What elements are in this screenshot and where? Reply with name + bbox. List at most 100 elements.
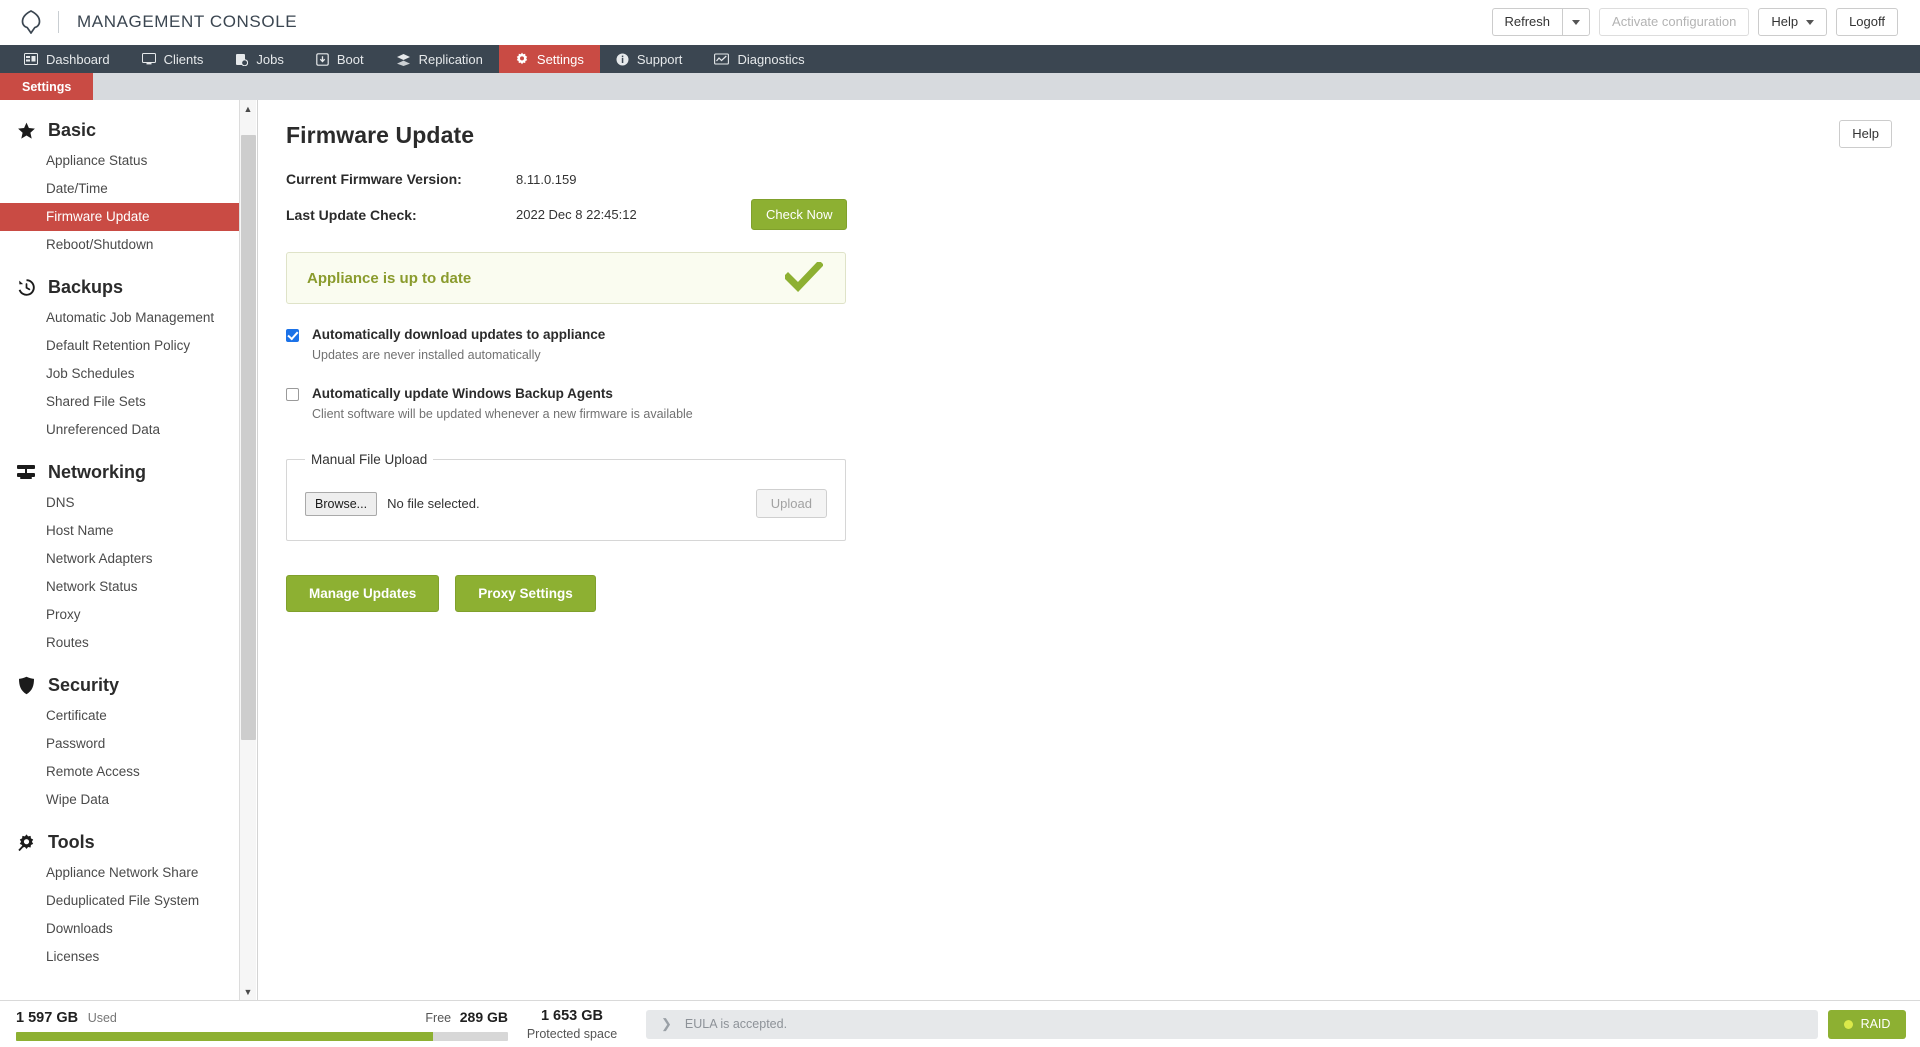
protected-space-widget: 1 653 GB Protected space — [508, 1008, 636, 1041]
layers-icon — [396, 53, 411, 66]
used-group: 1 597 GB Used — [16, 1010, 117, 1026]
page-title: Firmware Update — [286, 122, 475, 148]
nav-item-jobs[interactable]: Jobs — [219, 45, 299, 73]
sidebar-item-dns[interactable]: DNS — [0, 489, 239, 517]
scroll-up-arrow-icon[interactable]: ▲ — [240, 100, 257, 117]
auto-download-checkbox[interactable] — [286, 329, 299, 342]
body-area: Basic Appliance Status Date/Time Firmwar… — [0, 100, 1920, 1000]
main-content: Help Firmware Update Current Firmware Ve… — [258, 100, 1920, 1000]
sidebar-item-date-time[interactable]: Date/Time — [0, 175, 239, 203]
header-divider — [58, 11, 59, 33]
nav-item-label: Boot — [336, 51, 364, 67]
selected-file-name: No file selected. — [387, 496, 480, 511]
sidebar-item-appliance-network-share[interactable]: Appliance Network Share — [0, 859, 239, 887]
scroll-down-arrow-icon[interactable]: ▼ — [240, 983, 257, 1000]
scrollbar-thumb[interactable] — [240, 135, 256, 740]
sidebar-item-licenses[interactable]: Licenses — [0, 943, 239, 971]
breadcrumb-tab-settings[interactable]: Settings — [0, 73, 94, 100]
chevron-down-icon — [1806, 19, 1815, 25]
sidebar-group-title: Basic — [48, 120, 97, 140]
chevron-down-icon — [1572, 19, 1581, 25]
sidebar-item-network-status[interactable]: Network Status — [0, 573, 239, 601]
check-now-button[interactable]: Check Now — [751, 199, 848, 230]
sidebar-item-downloads[interactable]: Downloads — [0, 915, 239, 943]
nav-item-label: Diagnostics — [737, 51, 805, 67]
sidebar-item-shared-file-sets[interactable]: Shared File Sets — [0, 388, 239, 416]
nav-item-replication[interactable]: Replication — [380, 45, 499, 73]
activate-configuration-button[interactable]: Activate configuration — [1599, 8, 1750, 36]
help-dropdown-label: Help — [1771, 14, 1799, 29]
sidebar-item-network-adapters[interactable]: Network Adapters — [0, 545, 239, 573]
top-header: MANAGEMENT CONSOLE Refresh Activate conf… — [0, 0, 1920, 45]
raid-status-button[interactable]: RAID — [1828, 1009, 1906, 1039]
star-icon — [16, 121, 36, 141]
status-dot-icon — [1843, 1019, 1853, 1029]
nav-item-label: Dashboard — [46, 51, 110, 67]
sidebar-item-wipe-data[interactable]: Wipe Data — [0, 786, 239, 814]
chart-icon — [714, 52, 730, 66]
tools-gear-icon — [16, 833, 36, 853]
scrollbar-track[interactable] — [240, 117, 257, 983]
history-clock-icon — [16, 278, 36, 298]
sidebar-item-routes[interactable]: Routes — [0, 629, 239, 657]
content-help-button[interactable]: Help — [1839, 120, 1892, 148]
current-version-label: Current Firmware Version: — [286, 171, 462, 187]
nav-item-dashboard[interactable]: Dashboard — [8, 45, 126, 73]
nav-item-label: Support — [636, 51, 683, 67]
upload-button[interactable]: Upload — [755, 489, 827, 518]
logoff-button[interactable]: Logoff — [1836, 8, 1898, 36]
action-buttons-row: Manage Updates Proxy Settings — [286, 575, 1892, 612]
manage-updates-button[interactable]: Manage Updates — [286, 575, 440, 612]
sidebar-item-job-schedules[interactable]: Job Schedules — [0, 360, 239, 388]
sidebar-item-remote-access[interactable]: Remote Access — [0, 758, 239, 786]
breadcrumb-bar: Settings — [0, 73, 1920, 100]
nav-item-boot[interactable]: Boot — [300, 45, 380, 73]
auto-download-title: Automatically download updates to applia… — [312, 327, 606, 342]
app-root: MANAGEMENT CONSOLE Refresh Activate conf… — [0, 0, 1920, 1047]
sidebar-item-proxy[interactable]: Proxy — [0, 601, 239, 629]
storage-labels: 1 597 GB Used Free 289 GB — [16, 1009, 508, 1026]
browse-button[interactable]: Browse... — [305, 491, 378, 516]
sidebar-item-deduplicated-file-system[interactable]: Deduplicated File System — [0, 887, 239, 915]
status-footer: 1 597 GB Used Free 289 GB 1 653 GB Prote… — [0, 1000, 1920, 1047]
boot-icon — [316, 52, 329, 66]
nav-item-clients[interactable]: Clients — [126, 45, 220, 73]
refresh-split-button: Refresh — [1491, 8, 1591, 36]
chevron-right-icon: ❯ — [661, 1016, 672, 1031]
eula-status-bar[interactable]: ❯ EULA is accepted. — [646, 1009, 1818, 1039]
free-group: Free 289 GB — [425, 1009, 508, 1025]
auto-update-agents-checkbox[interactable] — [286, 388, 299, 401]
sidebar-group-backups: Backups — [0, 267, 239, 304]
refresh-dropdown-button[interactable] — [1562, 8, 1591, 36]
refresh-button[interactable]: Refresh — [1491, 8, 1563, 36]
nav-item-diagnostics[interactable]: Diagnostics — [698, 45, 820, 73]
sidebar-item-password[interactable]: Password — [0, 730, 239, 758]
raid-label: RAID — [1860, 1017, 1891, 1031]
sidebar-scrollbar[interactable]: ▲ ▼ — [239, 100, 256, 1000]
info-icon — [616, 53, 629, 66]
manual-file-upload-fieldset: Manual File Upload Browse... No file sel… — [286, 452, 846, 541]
sidebar-group-security: Security — [0, 665, 239, 702]
sidebar-item-appliance-status[interactable]: Appliance Status — [0, 147, 239, 175]
sidebar-item-unreferenced-data[interactable]: Unreferenced Data — [0, 416, 239, 444]
auto-download-text: Automatically download updates to applia… — [312, 326, 605, 363]
sidebar-item-host-name[interactable]: Host Name — [0, 517, 239, 545]
proxy-settings-button[interactable]: Proxy Settings — [455, 575, 596, 612]
sidebar-item-automatic-job-management[interactable]: Automatic Job Management — [0, 304, 239, 332]
sidebar-scroll-region: Basic Appliance Status Date/Time Firmwar… — [0, 110, 257, 1000]
sidebar-group-title: Security — [48, 675, 120, 695]
sidebar-item-firmware-update[interactable]: Firmware Update — [0, 203, 239, 231]
sidebar-item-reboot-shutdown[interactable]: Reboot/Shutdown — [0, 231, 239, 259]
nav-item-settings[interactable]: Settings — [498, 45, 600, 73]
sidebar-item-default-retention-policy[interactable]: Default Retention Policy — [0, 332, 239, 360]
monitor-icon — [141, 53, 156, 65]
upload-row: Browse... No file selected. Upload — [305, 489, 827, 518]
nav-item-label: Settings — [536, 51, 584, 67]
brand-title: MANAGEMENT CONSOLE — [77, 12, 298, 31]
help-dropdown-button[interactable]: Help — [1758, 8, 1828, 36]
nav-item-label: Clients — [163, 51, 204, 67]
storage-usage-widget: 1 597 GB Used Free 289 GB — [16, 1007, 508, 1041]
nav-item-support[interactable]: Support — [600, 45, 699, 73]
sidebar-item-certificate[interactable]: Certificate — [0, 702, 239, 730]
nav-item-label: Replication — [418, 51, 483, 67]
